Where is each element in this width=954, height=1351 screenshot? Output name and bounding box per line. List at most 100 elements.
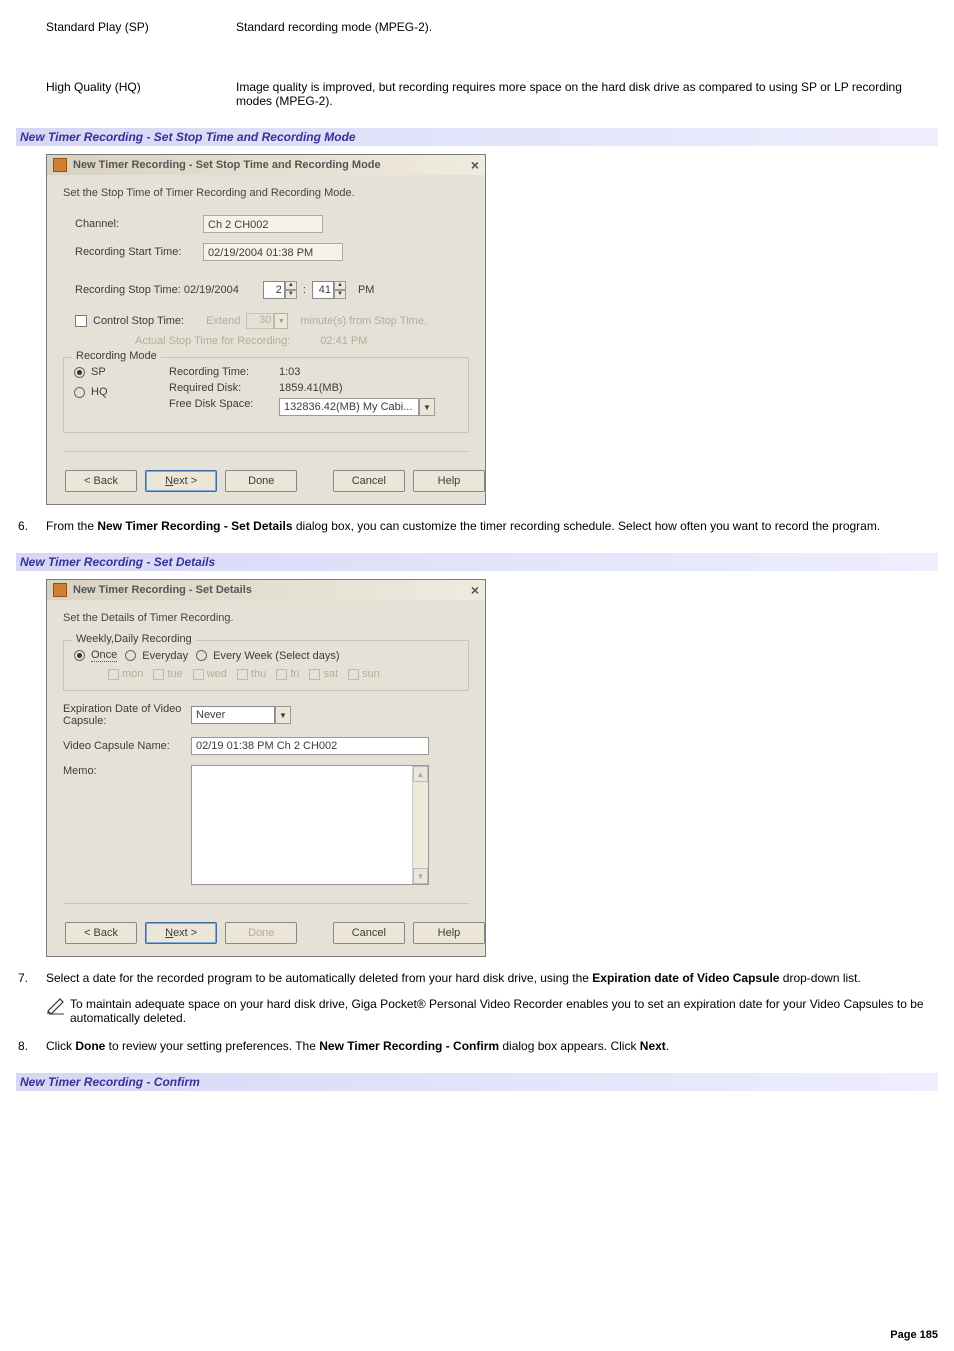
done-button: Done xyxy=(225,922,297,944)
weekly-daily-group: Weekly,Daily Recording Once Everyday Eve… xyxy=(63,640,469,691)
separator xyxy=(63,903,469,904)
close-icon[interactable]: × xyxy=(471,159,479,171)
dialog-title: New Timer Recording - Set Details xyxy=(73,584,471,596)
stop-minute-spinner[interactable]: 41 ▲▼ xyxy=(312,281,346,299)
radio-weekly[interactable]: Every Week (Select days) xyxy=(196,650,339,662)
chk-fri: fri xyxy=(276,668,299,680)
start-time-field: 02/19/2004 01:38 PM xyxy=(203,243,343,261)
help-button[interactable]: Help xyxy=(413,470,485,492)
step-7: 7. Select a date for the recorded progra… xyxy=(16,971,938,1025)
weekday-checkboxes: mon tue wed thu fri sat sun xyxy=(108,668,458,680)
expiration-label: Expiration Date of Video Capsule: xyxy=(63,703,191,727)
scrollbar[interactable]: ▲ ▼ xyxy=(412,766,428,884)
memo-textarea[interactable]: ▲ ▼ xyxy=(191,765,429,885)
extend-value-field: 30 xyxy=(246,313,274,329)
radio-hq-label: HQ xyxy=(91,386,108,398)
chevron-down-icon[interactable]: ▼ xyxy=(419,398,435,416)
titlebar: New Timer Recording - Set Details × xyxy=(47,580,485,600)
spinner-up-icon[interactable]: ▲ xyxy=(334,281,346,290)
recording-time-label: Recording Time: xyxy=(169,366,279,378)
chk-mon: mon xyxy=(108,668,143,680)
step-8: 8. Click Done to review your setting pre… xyxy=(16,1039,938,1053)
radio-icon[interactable] xyxy=(74,650,85,661)
chk-sat: sat xyxy=(309,668,338,680)
step-body: Click Done to review your setting prefer… xyxy=(46,1039,938,1053)
recording-mode-group: Recording Mode SP HQ xyxy=(63,357,469,433)
channel-label: Channel: xyxy=(75,218,203,230)
start-time-label: Recording Start Time: xyxy=(75,246,203,258)
dialog-title: New Timer Recording - Set Stop Time and … xyxy=(73,159,471,171)
section-header-confirm: New Timer Recording - Confirm xyxy=(16,1073,938,1091)
required-disk-value: 1859.41(MB) xyxy=(279,382,343,394)
capsule-name-label: Video Capsule Name: xyxy=(63,740,191,752)
extend-tail: minute(s) from Stop Time. xyxy=(300,315,427,327)
channel-field: Ch 2 CH002 xyxy=(203,215,323,233)
def-sp-desc: Standard recording mode (MPEG-2). xyxy=(236,20,938,34)
actual-stop-label: Actual Stop Time for Recording: xyxy=(135,335,290,347)
separator xyxy=(63,451,469,452)
stop-minute-value[interactable]: 41 xyxy=(312,281,334,299)
chevron-down-icon: ▼ xyxy=(274,313,288,329)
dialog-stop-time: New Timer Recording - Set Stop Time and … xyxy=(46,154,486,505)
control-stop-checkbox[interactable] xyxy=(75,315,87,327)
next-button[interactable]: Next > xyxy=(145,922,217,944)
page-number: Page 185 xyxy=(890,1329,938,1341)
section-header-stop-time: New Timer Recording - Set Stop Time and … xyxy=(16,128,938,146)
recording-mode-title: Recording Mode xyxy=(72,350,161,362)
scroll-up-icon[interactable]: ▲ xyxy=(413,766,428,782)
weekly-daily-title: Weekly,Daily Recording xyxy=(72,633,196,645)
radio-icon[interactable] xyxy=(196,650,207,661)
memo-label: Memo: xyxy=(63,765,191,885)
scroll-down-icon[interactable]: ▼ xyxy=(413,868,428,884)
next-button[interactable]: Next > xyxy=(145,470,217,492)
stop-hour-spinner[interactable]: 2 ▲▼ xyxy=(263,281,297,299)
free-disk-select[interactable]: 132836.42(MB) My Cabi... xyxy=(279,398,419,416)
radio-everyday[interactable]: Everyday xyxy=(125,650,188,662)
section-header-details: New Timer Recording - Set Details xyxy=(16,553,938,571)
back-button[interactable]: < Back xyxy=(65,470,137,492)
close-icon[interactable]: × xyxy=(471,584,479,596)
helper-text: Set the Stop Time of Timer Recording and… xyxy=(63,187,469,199)
radio-once[interactable]: Once xyxy=(74,649,117,662)
def-hq: High Quality (HQ) Image quality is impro… xyxy=(46,80,938,108)
radio-icon[interactable] xyxy=(74,367,85,378)
radio-icon[interactable] xyxy=(125,650,136,661)
capsule-name-field[interactable]: 02/19 01:38 PM Ch 2 CH002 xyxy=(191,737,429,755)
titlebar: New Timer Recording - Set Stop Time and … xyxy=(47,155,485,175)
note-text: To maintain adequate space on your hard … xyxy=(70,997,938,1025)
step-6: 6. From the New Timer Recording - Set De… xyxy=(16,519,938,533)
extend-label: Extend xyxy=(206,315,240,327)
time-colon: : xyxy=(297,284,312,296)
help-button[interactable]: Help xyxy=(413,922,485,944)
stop-ampm: PM xyxy=(358,284,375,296)
extend-dropdown: ▼ xyxy=(274,313,288,329)
radio-icon[interactable] xyxy=(74,387,85,398)
definitions-block: Standard Play (SP) Standard recording mo… xyxy=(46,20,938,108)
def-sp: Standard Play (SP) Standard recording mo… xyxy=(46,20,938,34)
back-button[interactable]: < Back xyxy=(65,922,137,944)
helper-text: Set the Details of Timer Recording. xyxy=(63,612,469,624)
expiration-value[interactable]: Never xyxy=(191,706,275,724)
spinner-down-icon[interactable]: ▼ xyxy=(334,290,346,299)
step-number: 8. xyxy=(16,1039,46,1053)
step-body: Select a date for the recorded program t… xyxy=(46,971,938,1025)
chk-tue: tue xyxy=(153,668,182,680)
radio-hq[interactable]: HQ xyxy=(74,386,169,398)
spinner-down-icon[interactable]: ▼ xyxy=(285,290,297,299)
expiration-select[interactable]: Never ▼ xyxy=(191,706,291,724)
spinner-up-icon[interactable]: ▲ xyxy=(285,281,297,290)
chevron-down-icon[interactable]: ▼ xyxy=(275,706,291,724)
cancel-button[interactable]: Cancel xyxy=(333,922,405,944)
actual-stop-value: 02:41 PM xyxy=(320,335,367,347)
dialog-details: New Timer Recording - Set Details × Set … xyxy=(46,579,486,957)
radio-sp-label: SP xyxy=(91,366,106,378)
stop-hour-value[interactable]: 2 xyxy=(263,281,285,299)
step-number: 6. xyxy=(16,519,46,533)
recording-time-value: 1:03 xyxy=(279,366,300,378)
chk-thu: thu xyxy=(237,668,266,680)
def-hq-term: High Quality (HQ) xyxy=(46,80,236,108)
free-disk-label: Free Disk Space: xyxy=(169,398,279,416)
radio-sp[interactable]: SP xyxy=(74,366,169,378)
done-button[interactable]: Done xyxy=(225,470,297,492)
cancel-button[interactable]: Cancel xyxy=(333,470,405,492)
